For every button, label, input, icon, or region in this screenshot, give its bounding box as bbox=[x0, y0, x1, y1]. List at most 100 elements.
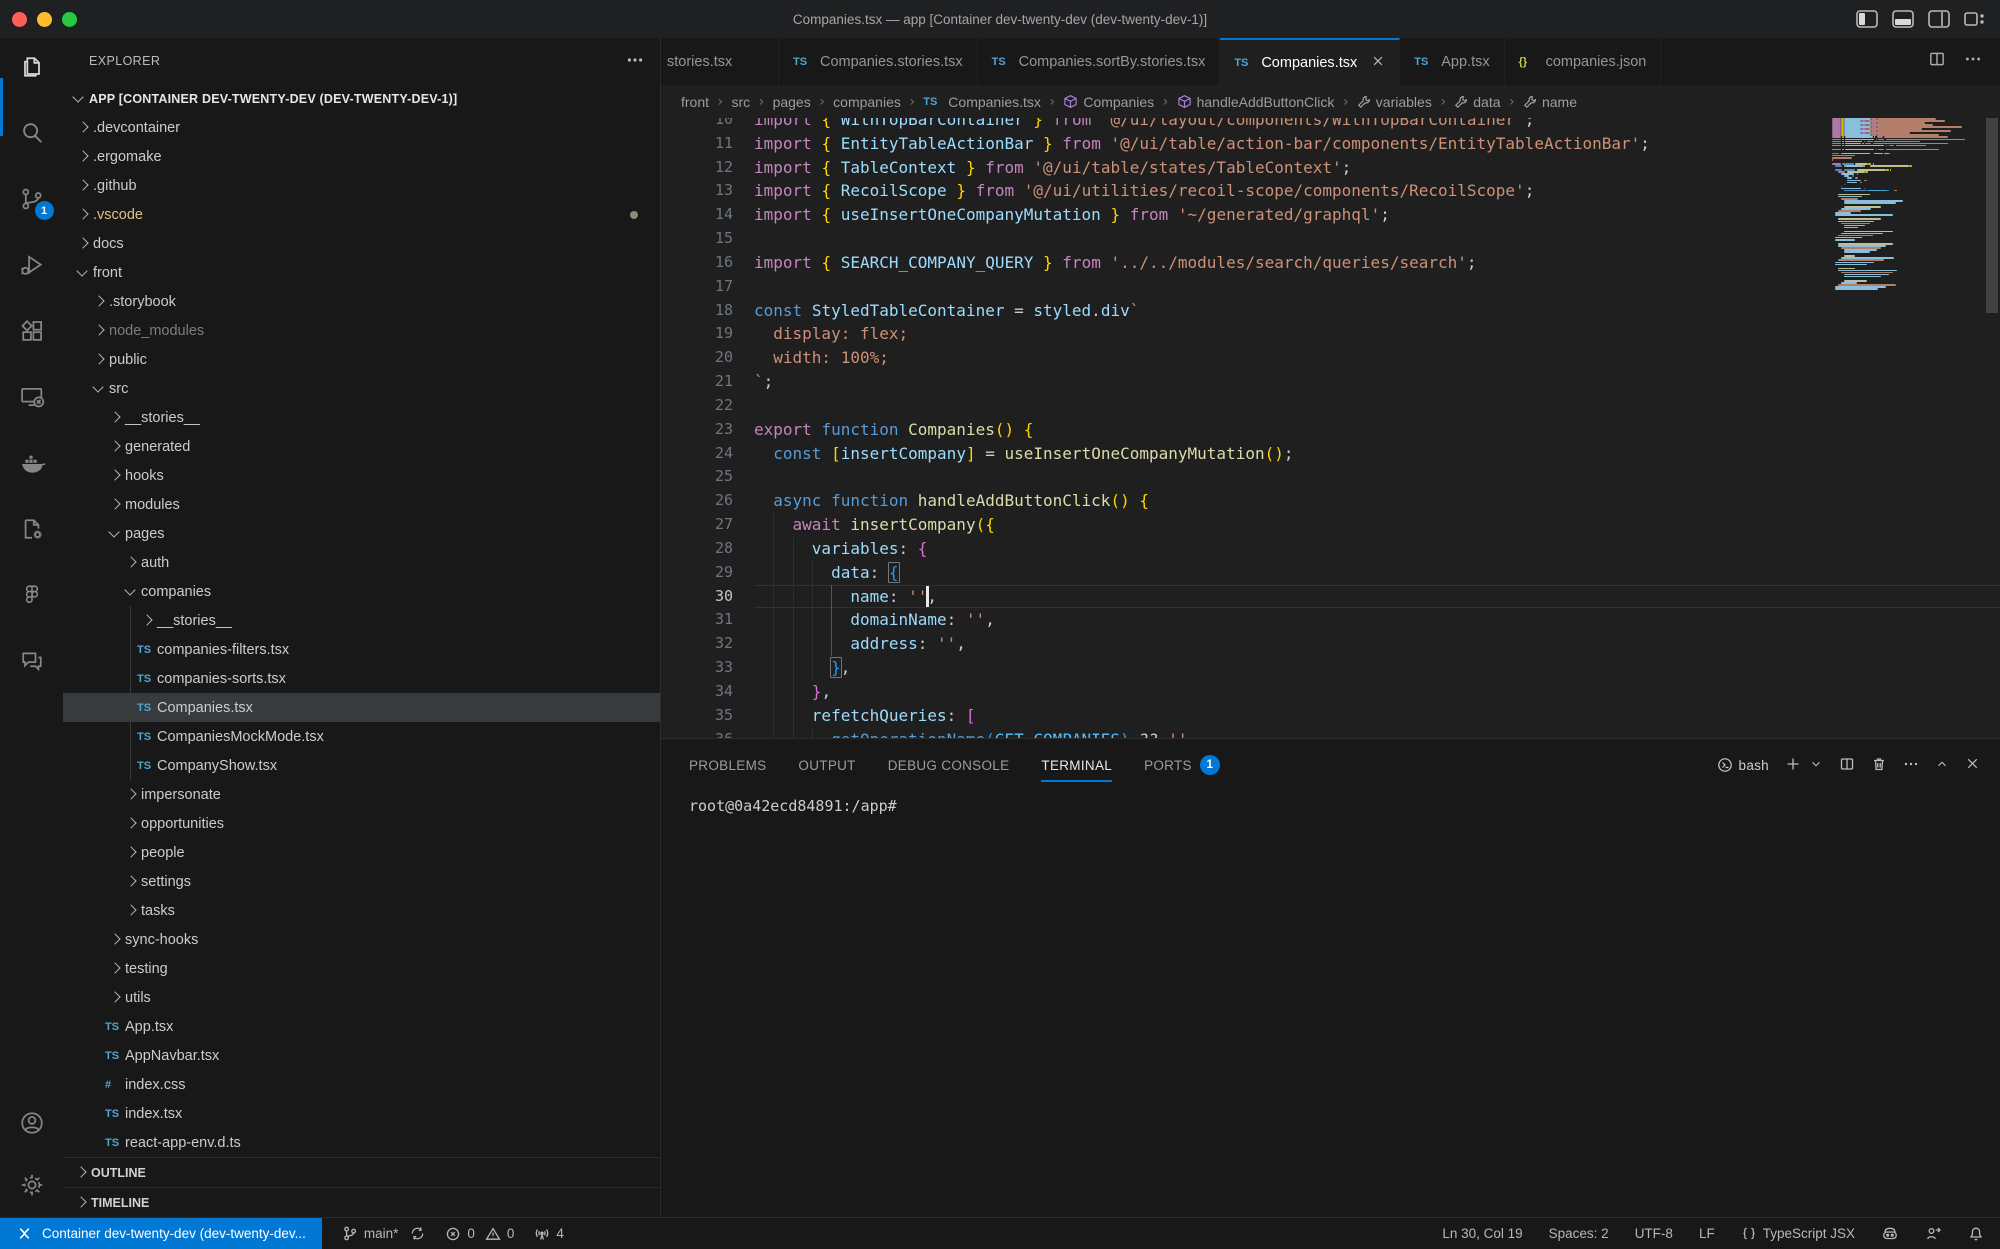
code-line-23[interactable]: 23export function Companies() { bbox=[661, 418, 2000, 442]
line-number[interactable]: 24 bbox=[661, 442, 754, 466]
notifications-item[interactable] bbox=[1968, 1226, 1984, 1242]
code-line-14[interactable]: 14import { useInsertOneCompanyMutation }… bbox=[661, 203, 2000, 227]
code-line-32[interactable]: 32 address: '', bbox=[661, 632, 2000, 656]
tree-folder-utils[interactable]: utils bbox=[63, 983, 660, 1012]
tree-folder-people[interactable]: people bbox=[63, 838, 660, 867]
tree-folder-impersonate[interactable]: impersonate bbox=[63, 780, 660, 809]
tree-folder-tasks[interactable]: tasks bbox=[63, 896, 660, 925]
line-number[interactable]: 15 bbox=[661, 227, 754, 251]
code-line-12[interactable]: 12import { TableContext } from '@/ui/tab… bbox=[661, 156, 2000, 180]
line-number[interactable]: 16 bbox=[661, 251, 754, 275]
accounts-icon[interactable] bbox=[17, 1108, 47, 1138]
code-line-13[interactable]: 13import { RecoilScope } from '@/ui/util… bbox=[661, 179, 2000, 203]
close-tab-icon[interactable] bbox=[1371, 54, 1385, 72]
cursor-position-item[interactable]: Ln 30, Col 19 bbox=[1442, 1226, 1522, 1241]
tree-folder--stories-[interactable]: __stories__ bbox=[63, 403, 660, 432]
line-number[interactable]: 31 bbox=[661, 608, 754, 632]
code-line-16[interactable]: 16import { SEARCH_COMPANY_QUERY } from '… bbox=[661, 251, 2000, 275]
line-content[interactable]: variables: { bbox=[754, 537, 2000, 561]
editor-tab-app-tsx[interactable]: TSApp.tsx bbox=[1400, 38, 1504, 85]
line-number[interactable]: 11 bbox=[661, 132, 754, 156]
breadcrumb-item-companies[interactable]: Companies bbox=[1063, 94, 1154, 110]
tree-folder--devcontainer[interactable]: .devcontainer bbox=[63, 113, 660, 142]
line-number[interactable]: 20 bbox=[661, 346, 754, 370]
split-terminal-icon[interactable] bbox=[1839, 756, 1855, 775]
tree-folder--storybook[interactable]: .storybook bbox=[63, 287, 660, 316]
run-debug-icon[interactable] bbox=[17, 250, 47, 280]
editor-scrollbar[interactable] bbox=[1986, 118, 1998, 313]
panel-more-actions-icon[interactable] bbox=[1903, 756, 1919, 775]
tree-folder-hooks[interactable]: hooks bbox=[63, 461, 660, 490]
breadcrumb-item-variables[interactable]: variables bbox=[1357, 94, 1432, 110]
line-content[interactable]: domainName: '', bbox=[754, 608, 2000, 632]
panel-tab-terminal[interactable]: TERMINAL bbox=[1041, 739, 1112, 791]
code-line-18[interactable]: 18const StyledTableContainer = styled.di… bbox=[661, 299, 2000, 323]
breadcrumb-item-companies-tsx[interactable]: TSCompanies.tsx bbox=[923, 94, 1041, 110]
terminal-shell-item[interactable]: bash bbox=[1717, 757, 1769, 773]
line-number[interactable]: 19 bbox=[661, 322, 754, 346]
line-content[interactable]: width: 100%; bbox=[754, 346, 2000, 370]
tree-folder-pages[interactable]: pages bbox=[63, 519, 660, 548]
tree-file-app-tsx[interactable]: TSApp.tsx bbox=[63, 1012, 660, 1041]
terminal-dropdown-icon[interactable] bbox=[1809, 757, 1823, 774]
line-content[interactable]: import { TableContext } from '@/ui/table… bbox=[754, 156, 2000, 180]
tree-folder--stories-[interactable]: __stories__ bbox=[63, 606, 660, 635]
code-line-33[interactable]: 33 }, bbox=[661, 656, 2000, 680]
explorer-icon[interactable] bbox=[17, 52, 47, 82]
code-line-25[interactable]: 25 bbox=[661, 465, 2000, 489]
extensions-icon[interactable] bbox=[17, 316, 47, 346]
explorer-more-actions-icon[interactable] bbox=[626, 51, 644, 72]
encoding-item[interactable]: UTF-8 bbox=[1635, 1226, 1673, 1241]
line-content[interactable]: }, bbox=[754, 680, 2000, 704]
line-number[interactable]: 28 bbox=[661, 537, 754, 561]
tree-folder-testing[interactable]: testing bbox=[63, 954, 660, 983]
line-number[interactable]: 12 bbox=[661, 156, 754, 180]
line-content[interactable] bbox=[754, 465, 2000, 489]
comments-icon[interactable] bbox=[17, 646, 47, 676]
tree-file-companies-filters-tsx[interactable]: TScompanies-filters.tsx bbox=[63, 635, 660, 664]
line-number[interactable]: 25 bbox=[661, 465, 754, 489]
editor-tab-companies-tsx[interactable]: TSCompanies.tsx bbox=[1220, 38, 1400, 85]
line-number[interactable]: 13 bbox=[661, 179, 754, 203]
code-line-35[interactable]: 35 refetchQueries: [ bbox=[661, 704, 2000, 728]
tree-folder-sync-hooks[interactable]: sync-hooks bbox=[63, 925, 660, 954]
tree-folder-docs[interactable]: docs bbox=[63, 229, 660, 258]
line-number[interactable]: 32 bbox=[661, 632, 754, 656]
tree-file-companyshow-tsx[interactable]: TSCompanyShow.tsx bbox=[63, 751, 660, 780]
line-content[interactable]: export function Companies() { bbox=[754, 418, 2000, 442]
tree-file-index-css[interactable]: #index.css bbox=[63, 1070, 660, 1099]
code-editor[interactable]: 10import { WithTopBarContainer } from '@… bbox=[661, 118, 2000, 739]
breadcrumb-item-src[interactable]: src bbox=[731, 94, 750, 110]
new-terminal-icon[interactable] bbox=[1785, 756, 1801, 775]
tree-folder--github[interactable]: .github bbox=[63, 171, 660, 200]
remote-explorer-icon[interactable] bbox=[17, 382, 47, 412]
line-number[interactable]: 18 bbox=[661, 299, 754, 323]
language-mode-item[interactable]: TypeScript JSX bbox=[1741, 1226, 1855, 1241]
tree-folder-companies[interactable]: companies bbox=[63, 577, 660, 606]
code-line-20[interactable]: 20 width: 100%; bbox=[661, 346, 2000, 370]
line-content[interactable]: refetchQueries: [ bbox=[754, 704, 2000, 728]
tree-folder--ergomake[interactable]: .ergomake bbox=[63, 142, 660, 171]
tree-folder-front[interactable]: front bbox=[63, 258, 660, 287]
code-line-22[interactable]: 22 bbox=[661, 394, 2000, 418]
panel-tab-debug-console[interactable]: DEBUG CONSOLE bbox=[888, 739, 1010, 791]
breadcrumb-item-pages[interactable]: pages bbox=[773, 94, 811, 110]
line-content[interactable]: async function handleAddButtonClick() { bbox=[754, 489, 2000, 513]
eol-item[interactable]: LF bbox=[1699, 1226, 1715, 1241]
line-content[interactable]: import { RecoilScope } from '@/ui/utilit… bbox=[754, 179, 2000, 203]
editor-tab-companies-sortby-stories-tsx[interactable]: TSCompanies.sortBy.stories.tsx bbox=[978, 38, 1221, 85]
split-editor-icon[interactable] bbox=[1928, 50, 1946, 73]
customize-layout-icon[interactable] bbox=[1964, 10, 1986, 28]
git-branch-item[interactable]: main* bbox=[342, 1225, 426, 1242]
line-content[interactable]: data: { bbox=[754, 561, 2000, 585]
workspace-section-header[interactable]: APP [CONTAINER DEV-TWENTY-DEV (DEV-TWENT… bbox=[63, 84, 660, 113]
line-content[interactable]: await insertCompany({ bbox=[754, 513, 2000, 537]
tree-folder-opportunities[interactable]: opportunities bbox=[63, 809, 660, 838]
kill-terminal-icon[interactable] bbox=[1871, 756, 1887, 775]
maximize-panel-icon[interactable] bbox=[1935, 757, 1949, 774]
tree-file-companies-sorts-tsx[interactable]: TScompanies-sorts.tsx bbox=[63, 664, 660, 693]
source-control-icon[interactable]: 1 bbox=[17, 184, 47, 214]
tree-folder-modules[interactable]: modules bbox=[63, 490, 660, 519]
tree-file-appnavbar-tsx[interactable]: TSAppNavbar.tsx bbox=[63, 1041, 660, 1070]
code-line-10[interactable]: 10import { WithTopBarContainer } from '@… bbox=[661, 118, 2000, 132]
